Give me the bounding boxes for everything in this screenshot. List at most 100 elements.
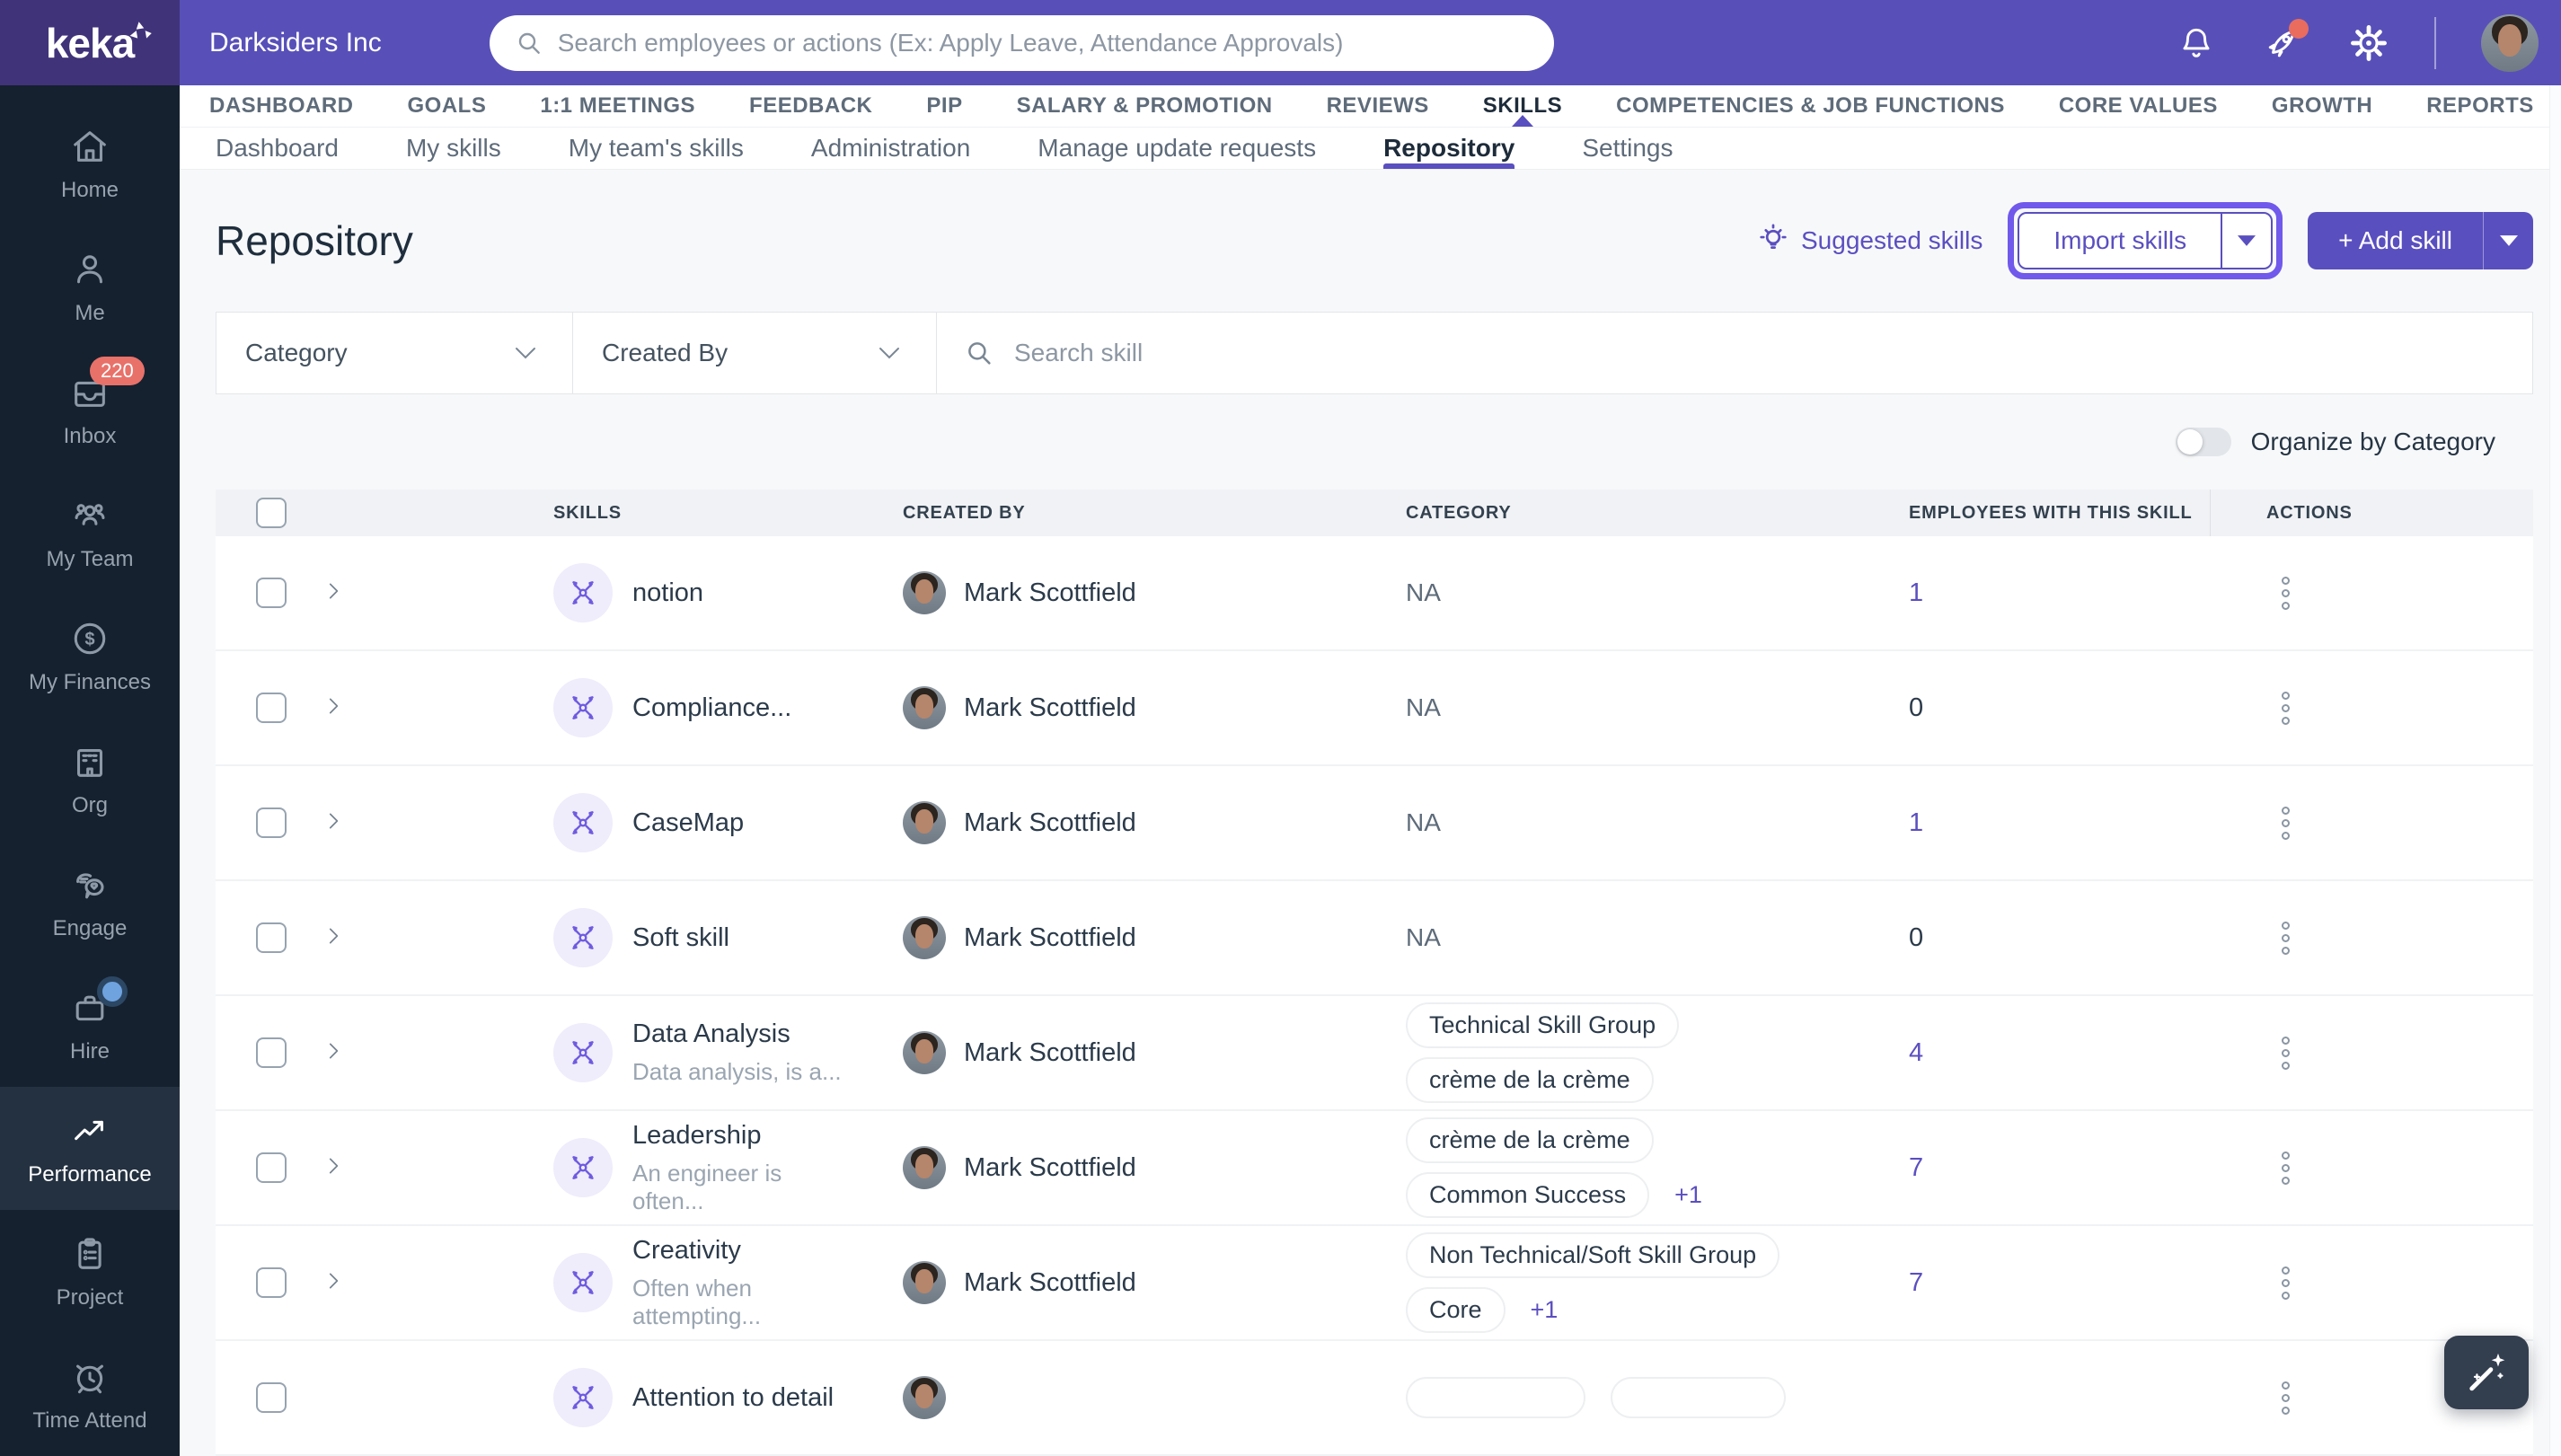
sidebar-item-home[interactable]: Home [0,103,180,226]
subtab-settings[interactable]: Settings [1582,128,1673,169]
subtab-my-skills[interactable]: My skills [406,128,501,169]
gear-icon[interactable] [2348,22,2389,64]
category-filter[interactable]: Category [216,313,573,393]
row-checkbox[interactable] [256,1267,287,1298]
category-pill[interactable]: Technical Skill Group [1406,1002,1679,1048]
sidebar-item-my-team[interactable]: My Team [0,472,180,596]
category-more-link[interactable]: +1 [1531,1296,1559,1324]
import-skills-button[interactable]: Import skills [2018,212,2273,269]
creator-name: Mark Scottfield [964,808,1136,838]
skill-search-input[interactable] [1014,339,2532,367]
creator-name: Mark Scottfield [964,1038,1136,1068]
kebab-menu-icon[interactable] [2282,1037,2292,1070]
sidebar-item-inbox[interactable]: Inbox220 [0,349,180,472]
tab-salary-promotion[interactable]: SALARY & PROMOTION [994,85,1295,127]
title-row: Repository Suggested skills Import skill… [216,170,2533,312]
sidebar-item-engage[interactable]: Engage [0,841,180,964]
content: Repository Suggested skills Import skill… [180,170,2561,1456]
tab-reports[interactable]: REPORTS [2404,85,2557,127]
skill-cell: Soft skill [377,908,844,967]
sidebar-item-me[interactable]: Me [0,226,180,349]
skill-search[interactable] [937,313,2532,393]
rocket-icon[interactable] [2262,22,2303,64]
header-skills: SKILLS [377,503,844,524]
building-icon [69,741,110,782]
employees-count[interactable]: 1 [1909,578,1923,607]
kebab-menu-icon[interactable] [2282,922,2292,955]
employees-count[interactable]: 7 [1909,1153,1923,1182]
tab-1-1-meetings[interactable]: 1:1 MEETINGS [517,85,718,127]
import-skills-highlight-ring: Import skills [2008,202,2283,279]
employees-count-cell: 0 [1886,923,2210,953]
employees-count[interactable]: 7 [1909,1268,1923,1297]
skill-description: An engineer is often... [632,1160,844,1215]
keka-logo[interactable]: keka [0,0,180,85]
kebab-menu-icon[interactable] [2282,1152,2292,1185]
select-all-checkbox[interactable] [256,498,287,528]
row-checkbox[interactable] [256,1037,287,1068]
created-by-cell: Mark Scottfield [844,1146,1383,1189]
suggested-skills-button[interactable]: Suggested skills [1756,224,1983,258]
add-skill-button[interactable]: + Add skill [2308,212,2533,269]
tab-pip[interactable]: PIP [904,85,985,127]
sidebar-item-time-attend[interactable]: Time Attend [0,1333,180,1456]
tab-core-values[interactable]: CORE VALUES [2036,85,2240,127]
table-body: notionMark ScottfieldNA1Compliance...Mar… [216,536,2533,1456]
row-expand-cell [296,924,377,952]
row-checkbox[interactable] [256,693,287,723]
import-skills-caret[interactable] [2221,214,2271,268]
add-skill-caret[interactable] [2483,212,2533,269]
category-more-link[interactable]: +1 [1674,1181,1702,1209]
table-row: CreativityOften when attempting...Mark S… [216,1226,2533,1341]
category-line: crème de la crème [1406,1057,1654,1103]
category-pill[interactable]: crème de la crème [1406,1117,1654,1163]
row-checkbox[interactable] [256,807,287,838]
category-pill[interactable]: crème de la crème [1406,1057,1654,1103]
sidebar-item-label: Home [61,178,119,203]
global-search-input[interactable] [558,29,1529,57]
category-pill[interactable]: Non Technical/Soft Skill Group [1406,1232,1779,1278]
scrollbar-track[interactable] [2549,0,2561,1456]
sidebar-item-hire[interactable]: Hire [0,964,180,1087]
subtab-manage-update-requests[interactable]: Manage update requests [1038,128,1316,169]
row-checkbox[interactable] [256,922,287,953]
created-by-filter[interactable]: Created By [573,313,937,393]
sidebar-item-performance[interactable]: Performance [0,1087,180,1210]
sidebar-item-label: Org [72,793,108,818]
row-checkbox[interactable] [256,1382,287,1413]
subtab-administration[interactable]: Administration [811,128,970,169]
subtab-my-team-s-skills[interactable]: My team's skills [569,128,744,169]
row-checkbox[interactable] [256,578,287,608]
tab-reviews[interactable]: REVIEWS [1304,85,1452,127]
tab-skills[interactable]: SKILLS [1461,85,1585,127]
global-search[interactable] [490,15,1554,71]
tab-growth[interactable]: GROWTH [2249,85,2395,127]
category-pill[interactable]: Core [1406,1287,1506,1333]
profile-avatar[interactable] [2481,14,2539,72]
actions-cell [2210,1037,2533,1070]
kebab-menu-icon[interactable] [2282,1381,2292,1415]
bell-icon[interactable] [2176,22,2217,64]
kebab-menu-icon[interactable] [2282,1266,2292,1300]
subtab-repository[interactable]: Repository [1383,128,1515,169]
sidebar-item-my-finances[interactable]: $My Finances [0,596,180,719]
employees-count[interactable]: 4 [1909,1038,1923,1067]
category-pill[interactable]: Common Success [1406,1172,1649,1218]
subtab-dashboard[interactable]: Dashboard [216,128,339,169]
organize-by-category-toggle[interactable] [2176,428,2231,456]
row-checkbox[interactable] [256,1152,287,1183]
tab-feedback[interactable]: FEEDBACK [727,85,895,127]
tab-dashboard[interactable]: DASHBOARD [187,85,376,127]
sidebar-item-project[interactable]: Project [0,1210,180,1333]
tab-goals[interactable]: GOALS [385,85,509,127]
tab-competencies-job-functions[interactable]: COMPETENCIES & JOB FUNCTIONS [1594,85,2027,127]
category-pill[interactable] [1611,1377,1786,1418]
employees-count[interactable]: 1 [1909,808,1923,837]
table-row: Data AnalysisData analysis, is a...Mark … [216,996,2533,1111]
category-pill[interactable] [1406,1377,1585,1418]
sidebar-item-org[interactable]: Org [0,719,180,842]
magic-wand-fab[interactable] [2444,1336,2529,1409]
kebab-menu-icon[interactable] [2282,692,2292,725]
kebab-menu-icon[interactable] [2282,577,2292,610]
kebab-menu-icon[interactable] [2282,807,2292,840]
